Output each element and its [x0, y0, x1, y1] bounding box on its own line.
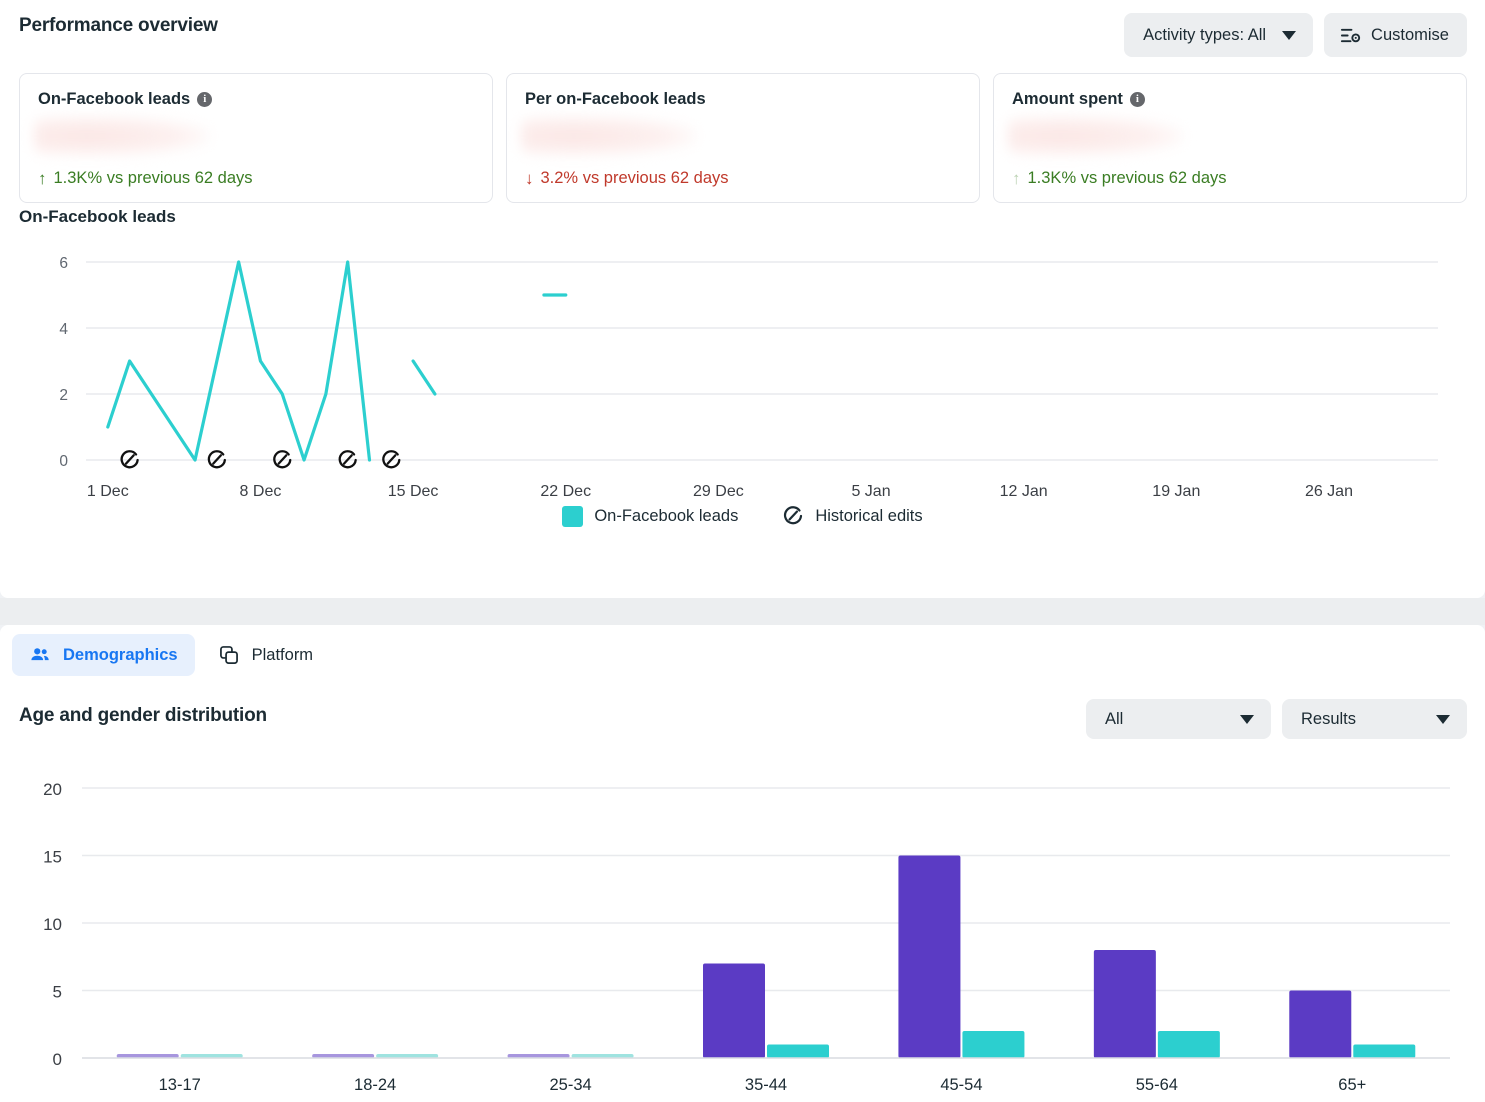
activity-types-label: Activity types: All — [1143, 25, 1267, 44]
info-icon[interactable]: i — [197, 92, 213, 107]
line-chart[interactable]: 0 2 4 6 1 Dec 8 Dec 15 Dec 22 Dec 29 Dec 5 Jan 12 … — [0, 240, 1485, 500]
metric-select-results[interactable]: Results — [1282, 699, 1467, 739]
legend-label: Historical edits — [815, 506, 923, 525]
panel-header: Performance overview Activity types: All… — [0, 0, 1485, 70]
svg-text:18-24: 18-24 — [354, 1076, 396, 1090]
svg-text:65+: 65+ — [1338, 1076, 1366, 1090]
stat-card-delta: ↓ 3.2% vs previous 62 days — [525, 169, 729, 188]
info-icon[interactable]: i — [1129, 92, 1145, 107]
stat-card-on-facebook-leads[interactable]: On-Facebook leads i ↑ 1.3K% vs previous … — [19, 73, 493, 203]
chevron-down-icon — [1240, 714, 1254, 724]
svg-text:55-64: 55-64 — [1136, 1076, 1178, 1090]
svg-text:45-54: 45-54 — [940, 1076, 982, 1090]
legend-item-historical-edits[interactable]: Historical edits — [782, 505, 923, 527]
stat-card-delta-text: 1.3K% vs previous 62 days — [53, 169, 253, 187]
svg-text:15 Dec: 15 Dec — [388, 483, 439, 500]
svg-text:20: 20 — [43, 780, 62, 799]
activity-types-dropdown[interactable]: Activity types: All — [1124, 13, 1314, 57]
svg-text:35-44: 35-44 — [745, 1076, 787, 1090]
tab-label: Platform — [251, 645, 314, 664]
stat-card-delta: ↑ 1.3K% vs previous 62 days — [38, 169, 253, 188]
stat-card-amount-spent[interactable]: Amount spent i ↑ 1.3K% vs previous 62 da… — [993, 73, 1467, 203]
stat-card-delta-text: 3.2% vs previous 62 days — [540, 169, 729, 187]
arrow-down-icon: ↓ — [525, 169, 534, 188]
svg-text:0: 0 — [59, 453, 68, 470]
section-divider — [0, 598, 1485, 625]
redacted-value — [34, 116, 209, 156]
sliders-gear-icon — [1341, 28, 1361, 42]
legend-swatch-icon — [562, 505, 584, 527]
stat-card-row: On-Facebook leads i ↑ 1.3K% vs previous … — [19, 73, 1467, 203]
legend-label: On-Facebook leads — [594, 506, 739, 525]
redacted-value — [1008, 116, 1183, 156]
svg-text:29 Dec: 29 Dec — [693, 483, 744, 500]
stat-card-title: Per on-Facebook leads — [525, 90, 706, 108]
tab-label: Demographics — [63, 645, 178, 664]
svg-text:12 Jan: 12 Jan — [1000, 483, 1048, 500]
line-chart-svg: 0 2 4 6 1 Dec 8 Dec 15 Dec 22 Dec 29 Dec 5 Jan 12 … — [59, 255, 1438, 500]
breakdown-tabs: Demographics Platform — [12, 634, 330, 676]
layers-icon — [219, 646, 238, 664]
arrow-up-icon: ↑ — [1012, 169, 1021, 188]
svg-text:6: 6 — [59, 255, 68, 272]
metric-select-results-value: Results — [1301, 709, 1357, 728]
customise-button[interactable]: Customise — [1324, 13, 1467, 57]
stat-card-title: Amount spent i — [1012, 90, 1448, 109]
svg-text:22 Dec: 22 Dec — [540, 483, 591, 500]
svg-text:8 Dec: 8 Dec — [240, 483, 282, 500]
svg-text:5 Jan: 5 Jan — [851, 483, 890, 500]
svg-text:26 Jan: 26 Jan — [1305, 483, 1353, 500]
breakdown-select-all-value: All — [1105, 709, 1124, 728]
redacted-value — [521, 116, 696, 156]
stat-card-title: On-Facebook leads i — [38, 90, 474, 109]
breakdown-select-all[interactable]: All — [1086, 699, 1271, 739]
performance-overview-panel: Performance overview Activity types: All… — [0, 0, 1485, 598]
stat-card-delta-text: 1.3K% vs previous 62 days — [1027, 169, 1227, 187]
bar-chart-filters: All Results — [1086, 699, 1467, 739]
bar-chart-title: Age and gender distribution — [19, 705, 267, 726]
svg-text:4: 4 — [59, 321, 68, 338]
arrow-up-icon: ↑ — [38, 169, 47, 188]
people-icon — [31, 648, 49, 661]
tab-platform[interactable]: Platform — [201, 634, 330, 676]
chevron-down-icon — [1436, 714, 1450, 724]
chevron-down-icon — [1282, 30, 1297, 40]
tab-demographics[interactable]: Demographics — [12, 634, 195, 676]
svg-text:19 Jan: 19 Jan — [1152, 483, 1200, 500]
svg-text:0: 0 — [53, 1050, 62, 1069]
bar-chart-svg: 0 5 10 15 20 13-17 18-24 25-34 35-44 45-54 55-64 65… — [43, 780, 1450, 1094]
svg-text:15: 15 — [43, 848, 62, 867]
line-chart-title: On-Facebook leads — [19, 207, 176, 226]
page-title: Performance overview — [19, 15, 218, 36]
legend-item-on-facebook-leads[interactable]: On-Facebook leads — [562, 505, 739, 527]
stat-card-per-on-facebook-leads[interactable]: Per on-Facebook leads ↓ 3.2% vs previous… — [506, 73, 980, 203]
stat-card-delta: ↑ 1.3K% vs previous 62 days — [1012, 169, 1227, 188]
historical-edit-icon — [784, 506, 803, 525]
svg-text:10: 10 — [43, 915, 62, 934]
customise-label: Customise — [1371, 25, 1449, 44]
svg-text:2: 2 — [59, 387, 68, 404]
svg-text:25-34: 25-34 — [549, 1076, 591, 1090]
svg-text:5: 5 — [53, 983, 62, 1002]
bar-chart[interactable]: 0 5 10 15 20 13-17 18-24 25-34 35-44 45-54 55-64 65… — [0, 770, 1485, 1094]
header-actions: Activity types: All Customise — [1124, 13, 1467, 57]
performance-overview-page: Performance overview Activity types: All… — [0, 0, 1485, 1102]
svg-text:13-17: 13-17 — [159, 1076, 201, 1090]
svg-text:1 Dec: 1 Dec — [87, 483, 129, 500]
line-chart-legend: On-Facebook leads Historical edits — [0, 505, 1485, 527]
